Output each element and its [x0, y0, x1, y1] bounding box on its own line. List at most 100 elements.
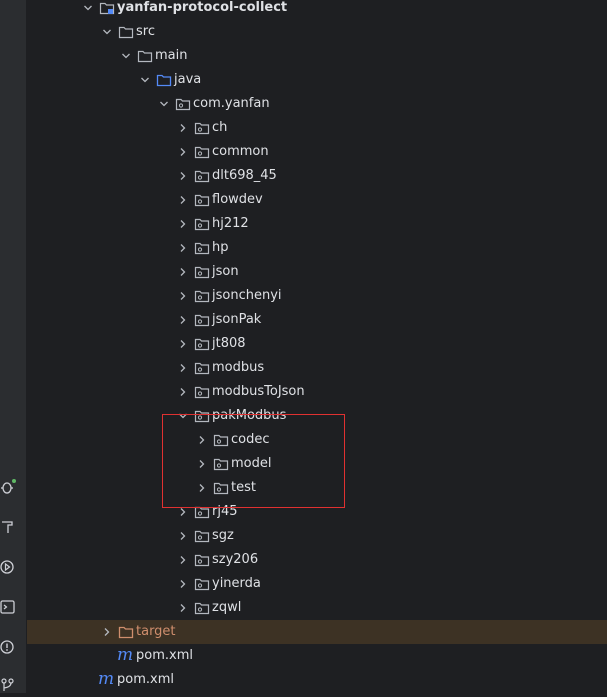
chevron-right-icon[interactable]: [175, 548, 191, 572]
tree-node-label: main: [155, 48, 188, 63]
tree-node-label: rj45: [212, 504, 238, 519]
package-icon: [194, 548, 210, 572]
terminal-icon[interactable]: [0, 599, 16, 615]
tree-node-label: jsonPak: [212, 312, 262, 327]
chevron-right-icon[interactable]: [194, 428, 210, 452]
chevron-right-icon[interactable]: [175, 260, 191, 284]
tree-node-subpackage[interactable]: test: [27, 476, 607, 500]
tree-node-java[interactable]: java: [27, 68, 607, 92]
tree-node-label: model: [231, 456, 272, 471]
tree-node-package[interactable]: yinerda: [27, 572, 607, 596]
tree-node-package[interactable]: jsonPak: [27, 308, 607, 332]
tree-node-label: sgz: [212, 528, 234, 543]
tree-node-package-root[interactable]: com.yanfan: [27, 92, 607, 116]
package-icon: [194, 572, 210, 596]
hammer-build-icon[interactable]: [0, 519, 16, 535]
chevron-down-icon[interactable]: [99, 20, 115, 44]
package-icon: [213, 476, 229, 500]
package-icon: [194, 380, 210, 404]
tree-node-module-pom[interactable]: m pom.xml: [27, 644, 607, 668]
tree-node-pakmodbus[interactable]: pakModbus: [27, 404, 607, 428]
chevron-right-icon[interactable]: [175, 284, 191, 308]
chevron-right-icon[interactable]: [175, 572, 191, 596]
tree-node-label: dlt698_45: [212, 168, 277, 183]
chevron-right-icon[interactable]: [175, 164, 191, 188]
tree-node-package[interactable]: jt808: [27, 332, 607, 356]
tree-node-package[interactable]: hj212: [27, 212, 607, 236]
chevron-right-icon[interactable]: [194, 476, 210, 500]
chevron-down-icon[interactable]: [118, 44, 134, 68]
tree-node-label: jt808: [212, 336, 246, 351]
tree-node-package[interactable]: jsonchenyi: [27, 284, 607, 308]
tree-node-package[interactable]: modbusToJson: [27, 380, 607, 404]
tree-node-label: pom.xml: [117, 672, 174, 687]
chevron-right-icon[interactable]: [194, 452, 210, 476]
bug-debug-icon[interactable]: [0, 479, 16, 495]
tree-node-label: java: [174, 72, 202, 87]
tree-node-package[interactable]: zqwl: [27, 596, 607, 620]
package-icon: [194, 596, 210, 620]
tree-node-package[interactable]: sgz: [27, 524, 607, 548]
package-icon: [194, 284, 210, 308]
tree-node-main[interactable]: main: [27, 44, 607, 68]
chevron-down-icon[interactable]: [80, 0, 96, 20]
tree-node-label: hp: [212, 240, 229, 255]
tree-node-src[interactable]: src: [27, 20, 607, 44]
tree-node-label: pakModbus: [212, 408, 287, 423]
package-icon: [194, 500, 210, 524]
tree-node-target[interactable]: target: [27, 620, 607, 644]
tree-node-root-pom[interactable]: m pom.xml: [27, 668, 607, 692]
tree-node-package[interactable]: flowdev: [27, 188, 607, 212]
tree-node-package[interactable]: hp: [27, 236, 607, 260]
package-icon: [194, 212, 210, 236]
tree-node-subpackage[interactable]: codec: [27, 428, 607, 452]
tree-node-package[interactable]: szy206: [27, 548, 607, 572]
tree-node-label: flowdev: [212, 192, 263, 207]
tree-node-package[interactable]: rj45: [27, 500, 607, 524]
tree-node-package[interactable]: ch: [27, 116, 607, 140]
tree-node-label: yinerda: [212, 576, 261, 591]
chevron-down-icon[interactable]: [137, 68, 153, 92]
chevron-right-icon[interactable]: [175, 332, 191, 356]
tree-node-root-module[interactable]: yanfan-protocol-collect: [27, 0, 607, 20]
chevron-right-icon[interactable]: [175, 140, 191, 164]
tree-node-label: zqwl: [212, 600, 242, 615]
tree-node-label: yanfan-protocol-collect: [117, 0, 288, 15]
tree-node-package[interactable]: common: [27, 140, 607, 164]
package-icon: [194, 188, 210, 212]
chevron-right-icon[interactable]: [175, 116, 191, 140]
package-icon: [175, 92, 191, 116]
tree-node-label: hj212: [212, 216, 249, 231]
problems-icon[interactable]: [0, 639, 16, 655]
tree-node-package[interactable]: dlt698_45: [27, 164, 607, 188]
tree-node-label: codec: [231, 432, 270, 447]
tree-node-package[interactable]: modbus: [27, 356, 607, 380]
tree-node-subpackage[interactable]: model: [27, 452, 607, 476]
chevron-right-icon[interactable]: [175, 380, 191, 404]
folder-icon: [137, 44, 153, 68]
package-icon: [194, 164, 210, 188]
chevron-right-icon[interactable]: [175, 212, 191, 236]
run-services-icon[interactable]: [0, 559, 16, 575]
chevron-down-icon[interactable]: [156, 92, 172, 116]
module-folder-icon: [99, 0, 115, 20]
tree-node-label: target: [136, 624, 176, 639]
chevron-right-icon[interactable]: [175, 524, 191, 548]
chevron-right-icon[interactable]: [175, 308, 191, 332]
chevron-right-icon[interactable]: [99, 620, 115, 644]
source-root-folder-icon: [156, 68, 172, 92]
chevron-down-icon[interactable]: [175, 404, 191, 428]
chevron-right-icon[interactable]: [175, 500, 191, 524]
git-icon[interactable]: [0, 677, 16, 693]
package-icon: [194, 332, 210, 356]
package-icon: [194, 404, 210, 428]
chevron-right-icon[interactable]: [175, 356, 191, 380]
chevron-right-icon[interactable]: [175, 236, 191, 260]
tree-node-label: pom.xml: [136, 648, 193, 663]
chevron-right-icon[interactable]: [175, 188, 191, 212]
chevron-right-icon[interactable]: [175, 596, 191, 620]
tree-node-package[interactable]: json: [27, 260, 607, 284]
package-icon: [194, 116, 210, 140]
tree-node-label: json: [212, 264, 239, 279]
package-icon: [194, 260, 210, 284]
